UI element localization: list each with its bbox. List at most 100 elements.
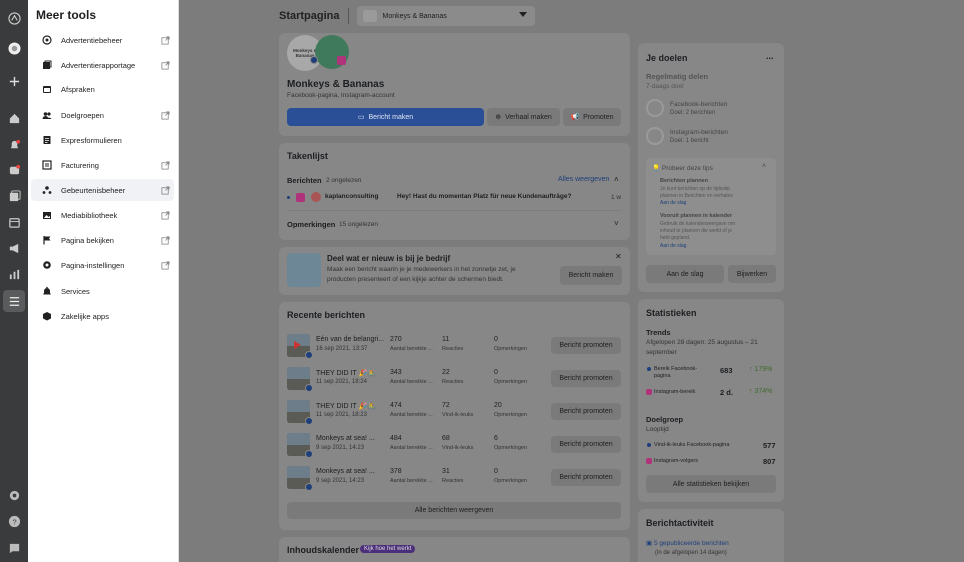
- message-preview[interactable]: Hey! Hast du momentan Platz für neue Kun…: [397, 193, 571, 200]
- menu-item-doelgroepen[interactable]: Doelgroepen: [31, 104, 174, 126]
- post-metric2-value: 22: [442, 369, 450, 376]
- menu-item-afspraken[interactable]: Afspraken: [31, 78, 174, 100]
- menu-item-label: Doelgroepen: [61, 110, 104, 120]
- post-metric2-label: Vind-ik-leuks: [442, 412, 474, 418]
- feedback-icon[interactable]: [7, 541, 21, 555]
- video-play-icon: [294, 341, 301, 349]
- more-options-icon[interactable]: ...: [766, 51, 774, 61]
- menu-item-zakelijke-apps[interactable]: Zakelijke apps: [31, 305, 174, 327]
- published-posts-link[interactable]: ▣ 5 gepubliceerde berichten: [646, 539, 729, 547]
- post-reach-value: 484: [390, 435, 402, 442]
- post-row[interactable]: Monkeys at sea! ... 9 sep 2021, 14:23 378 A…: [279, 464, 630, 494]
- message-time: 1 w: [611, 194, 622, 201]
- post-metric3-label: Opmerkingen: [494, 412, 528, 418]
- insights-icon[interactable]: [7, 267, 21, 281]
- home-icon[interactable]: [7, 111, 21, 125]
- goals-period: 7-daags doel: [646, 83, 684, 90]
- post-metric2-label: Reacties: [442, 346, 464, 352]
- settings-gear-icon[interactable]: [7, 488, 21, 502]
- promote-post-button[interactable]: Bericht promoten: [551, 436, 621, 453]
- page-header: Startpagina Monkeys & Bananas: [279, 6, 535, 26]
- post-metric2-value: 68: [442, 435, 450, 442]
- menu-item-advertentierapportage[interactable]: Advertentierapportage: [31, 54, 174, 76]
- goal-facebook-name: Facebook-berichten: [670, 101, 728, 108]
- ads-megaphone-icon[interactable]: [7, 241, 21, 255]
- external-link-icon: [161, 211, 174, 220]
- menu-item-gebeurtenisbeheer[interactable]: Gebeurtenisbeheer: [31, 179, 174, 201]
- published-period: (in de afgelopen 14 dagen): [655, 550, 727, 556]
- ig-followers-label: Instagram-volgers: [654, 458, 699, 464]
- notifications-icon[interactable]: [7, 138, 21, 152]
- trends-label: Trends: [646, 328, 671, 337]
- post-row[interactable]: THEY DID IT 🎉🚴 11 sep 2021, 18:23 474 Aanta…: [279, 398, 630, 428]
- recent-posts-card: Recente berichten Eén van de belangri...…: [279, 302, 630, 530]
- help-icon[interactable]: ?: [7, 514, 21, 528]
- share-text-line2: producten presenteert of een kijkje acht…: [327, 276, 504, 283]
- post-activity-card: Berichtactiviteit ▣ 5 gepubliceerde beri…: [638, 509, 784, 562]
- tips-panel: 💡 Probeer deze tips ˄ Berichten plannen …: [646, 158, 776, 255]
- post-row[interactable]: THEY DID IT 🎉🚴 11 sep 2021, 18:24 343 Aanta…: [279, 365, 630, 395]
- share-illustration: [287, 253, 321, 287]
- chevron-down-icon[interactable]: ˅: [614, 219, 619, 228]
- calendar-icon[interactable]: [7, 215, 21, 229]
- goals-start-button[interactable]: Aan de slag: [646, 265, 724, 283]
- post-title[interactable]: Eén van de belangri...: [316, 336, 384, 343]
- promote-post-button[interactable]: Bericht promoten: [551, 370, 621, 387]
- show-all-posts-button[interactable]: Alle berichten weergeven: [287, 502, 621, 519]
- statistics-card: Statistieken Trends Afgelopen 28 dagen: …: [638, 299, 784, 502]
- menu-item-expresformulieren[interactable]: Expresformulieren: [31, 129, 174, 151]
- comments-label[interactable]: Opmerkingen: [287, 220, 335, 229]
- post-reach-label: Aantal bereikte ...: [390, 445, 433, 451]
- promote-post-button[interactable]: Bericht promoten: [551, 403, 621, 420]
- gear-icon: [37, 260, 57, 270]
- show-all-messages-link[interactable]: Alles weergeven: [558, 176, 609, 183]
- post-row[interactable]: Monkeys at sea! ... 9 sep 2021, 14:23 484 A…: [279, 431, 630, 461]
- menu-item-mediabibliotheek[interactable]: Mediabibliotheek: [31, 204, 174, 226]
- menu-item-pagina-bekijken[interactable]: Pagina bekijken: [31, 229, 174, 251]
- chevron-up-icon[interactable]: ˄: [762, 163, 766, 170]
- fb-reach-value: 683: [720, 366, 733, 375]
- post-metric2-label: Vind-ik-leuks: [442, 445, 474, 451]
- post-title[interactable]: Monkeys at sea! ...: [316, 468, 375, 475]
- create-post-button[interactable]: ▭ Bericht maken: [287, 108, 484, 126]
- menu-item-facturering[interactable]: Facturering: [31, 154, 174, 176]
- close-icon[interactable]: ✕: [615, 252, 622, 261]
- menu-item-services[interactable]: Services: [31, 280, 174, 302]
- message-sender[interactable]: kaplanconsulting: [325, 193, 378, 200]
- how-it-works-badge[interactable]: Kijk hoe het werkt: [360, 545, 416, 553]
- tip2-link[interactable]: Aan de slag: [660, 243, 686, 249]
- post-row[interactable]: Eén van de belangri... 16 sep 2021, 13:37…: [279, 332, 630, 362]
- all-stats-button[interactable]: Alle statistieken bekijken: [646, 475, 776, 493]
- post-title[interactable]: Monkeys at sea! ...: [316, 435, 375, 442]
- people-icon: [37, 110, 57, 120]
- profile-card: Monkeys & Bananas Monkeys & Bananas Face…: [279, 33, 630, 136]
- inbox-icon[interactable]: [7, 163, 21, 177]
- ig-reach-value: 2 d.: [720, 388, 733, 397]
- create-story-button[interactable]: ⊕ Verhaal maken: [487, 108, 560, 126]
- create-plus-icon[interactable]: [7, 74, 21, 88]
- post-title[interactable]: THEY DID IT 🎉🚴: [316, 402, 376, 410]
- promote-button[interactable]: 📢 Promoten: [563, 108, 621, 126]
- chevron-up-icon[interactable]: ˄: [614, 175, 619, 184]
- promote-post-button[interactable]: Bericht promoten: [551, 337, 621, 354]
- post-title[interactable]: THEY DID IT 🎉🚴: [316, 369, 376, 377]
- tips-title[interactable]: 💡 Probeer deze tips: [652, 164, 713, 172]
- progress-ring-instagram: [646, 127, 664, 145]
- fb-likes-label: Vind-ik-leuks Facebook-pagina: [654, 442, 730, 448]
- menu-item-pagina-instellingen[interactable]: Pagina-instellingen: [31, 254, 174, 276]
- share-create-post-button[interactable]: Bericht maken: [560, 266, 622, 285]
- page-selector-dropdown[interactable]: Monkeys & Bananas: [356, 6, 535, 26]
- external-link-icon: [161, 61, 174, 70]
- all-tools-menu-icon[interactable]: [3, 290, 25, 312]
- promote-post-button[interactable]: Bericht promoten: [551, 469, 621, 486]
- post-metric3-value: 20: [494, 402, 502, 409]
- posts-icon[interactable]: [7, 189, 21, 203]
- goals-edit-button[interactable]: Bijwerken: [728, 265, 776, 283]
- fb-reach-label-line2: pagina: [654, 373, 671, 379]
- meta-logo-icon[interactable]: [7, 11, 21, 25]
- page-avatar-icon[interactable]: [7, 41, 21, 55]
- menu-item-advertentiebeheer[interactable]: Advertentiebeheer: [31, 29, 174, 51]
- bell-services-icon: [37, 286, 57, 296]
- menu-item-label: Services: [61, 286, 90, 296]
- tip1-link[interactable]: Aan de slag: [660, 200, 686, 206]
